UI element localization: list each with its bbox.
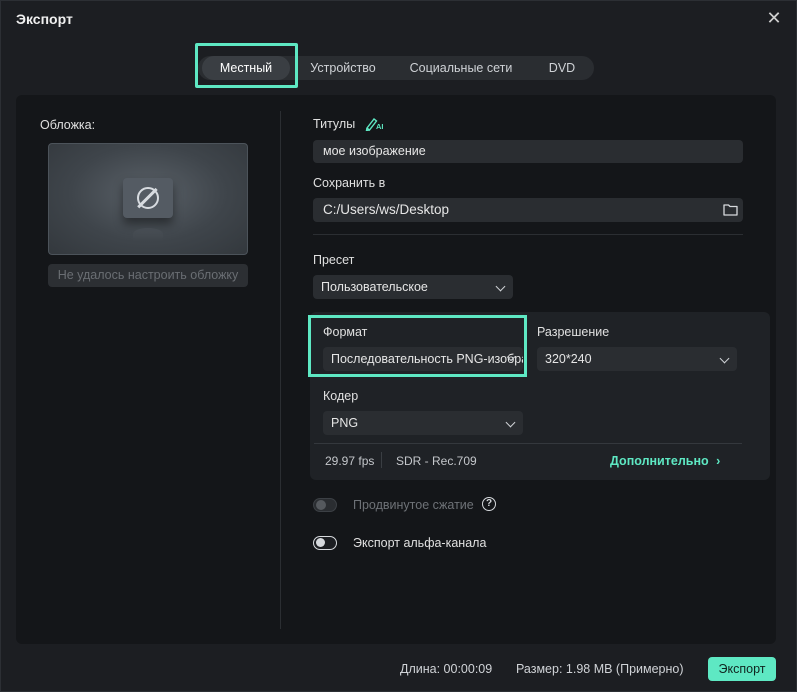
advanced-compression-toggle[interactable] (313, 498, 337, 512)
export-dialog: Экспорт ✕ Местный Устройство Социальные … (0, 0, 797, 692)
encoder-value: PNG (331, 416, 359, 430)
tab-local[interactable]: Местный (202, 56, 290, 80)
preset-label: Пресет (313, 253, 355, 267)
format-select[interactable]: Последовательность PNG-изображений (323, 347, 523, 371)
folder-icon[interactable] (723, 203, 738, 216)
info-separator (381, 452, 382, 468)
resolution-label: Разрешение (537, 325, 610, 339)
more-settings-label: Дополнительно (610, 454, 709, 468)
cover-reflection (133, 228, 163, 240)
set-cover-button[interactable]: Не удалось настроить обложку (48, 264, 248, 287)
titles-label: Титулы (313, 117, 356, 131)
format-info-divider (314, 443, 742, 444)
preset-value: Пользовательское (321, 280, 428, 294)
chevron-down-icon (505, 417, 516, 428)
column-divider (280, 111, 281, 629)
more-settings-link[interactable]: Дополнительно › (610, 454, 720, 468)
size-text: Размер: 1.98 MB (Примерно) (516, 662, 684, 676)
svg-text:AI: AI (376, 122, 384, 131)
title-input[interactable]: мое изображение (313, 140, 743, 163)
color-space-value: SDR - Rec.709 (396, 454, 477, 468)
tab-dvd[interactable]: DVD (532, 56, 592, 80)
tab-device[interactable]: Устройство (298, 56, 388, 80)
save-path-input[interactable]: C:/Users/ws/Desktop (313, 198, 743, 222)
format-value: Последовательность PNG-изображений (331, 352, 523, 366)
preset-select[interactable]: Пользовательское (313, 275, 513, 299)
export-button[interactable]: Экспорт (708, 657, 776, 681)
alpha-channel-label: Экспорт альфа-канала (353, 536, 487, 550)
resolution-select[interactable]: 320*240 (537, 347, 737, 371)
dialog-title: Экспорт (16, 11, 73, 27)
tab-social[interactable]: Социальные сети (398, 56, 524, 80)
resolution-value: 320*240 (545, 352, 592, 366)
no-image-icon (123, 178, 173, 218)
ai-pen-icon[interactable]: AI (365, 115, 385, 131)
cover-preview (48, 143, 248, 255)
fps-value: 29.97 fps (325, 454, 375, 468)
alpha-channel-toggle[interactable] (313, 536, 337, 550)
chevron-down-icon (719, 353, 730, 364)
chevron-down-icon (495, 281, 506, 292)
close-icon[interactable]: ✕ (766, 9, 782, 27)
section-divider (313, 234, 743, 235)
format-label: Формат (323, 325, 368, 339)
cover-label: Обложка: (40, 118, 96, 132)
save-to-label: Сохранить в (313, 176, 386, 190)
advanced-compression-label: Продвинутое сжатие (353, 498, 474, 512)
encoder-label: Кодер (323, 389, 359, 403)
export-tabs: Местный Устройство Социальные сети DVD (198, 56, 594, 80)
duration-text: Длина: 00:00:09 (400, 662, 493, 676)
chevron-right-icon: › (716, 454, 721, 468)
help-icon[interactable]: ? (482, 497, 496, 511)
encoder-select[interactable]: PNG (323, 411, 523, 435)
